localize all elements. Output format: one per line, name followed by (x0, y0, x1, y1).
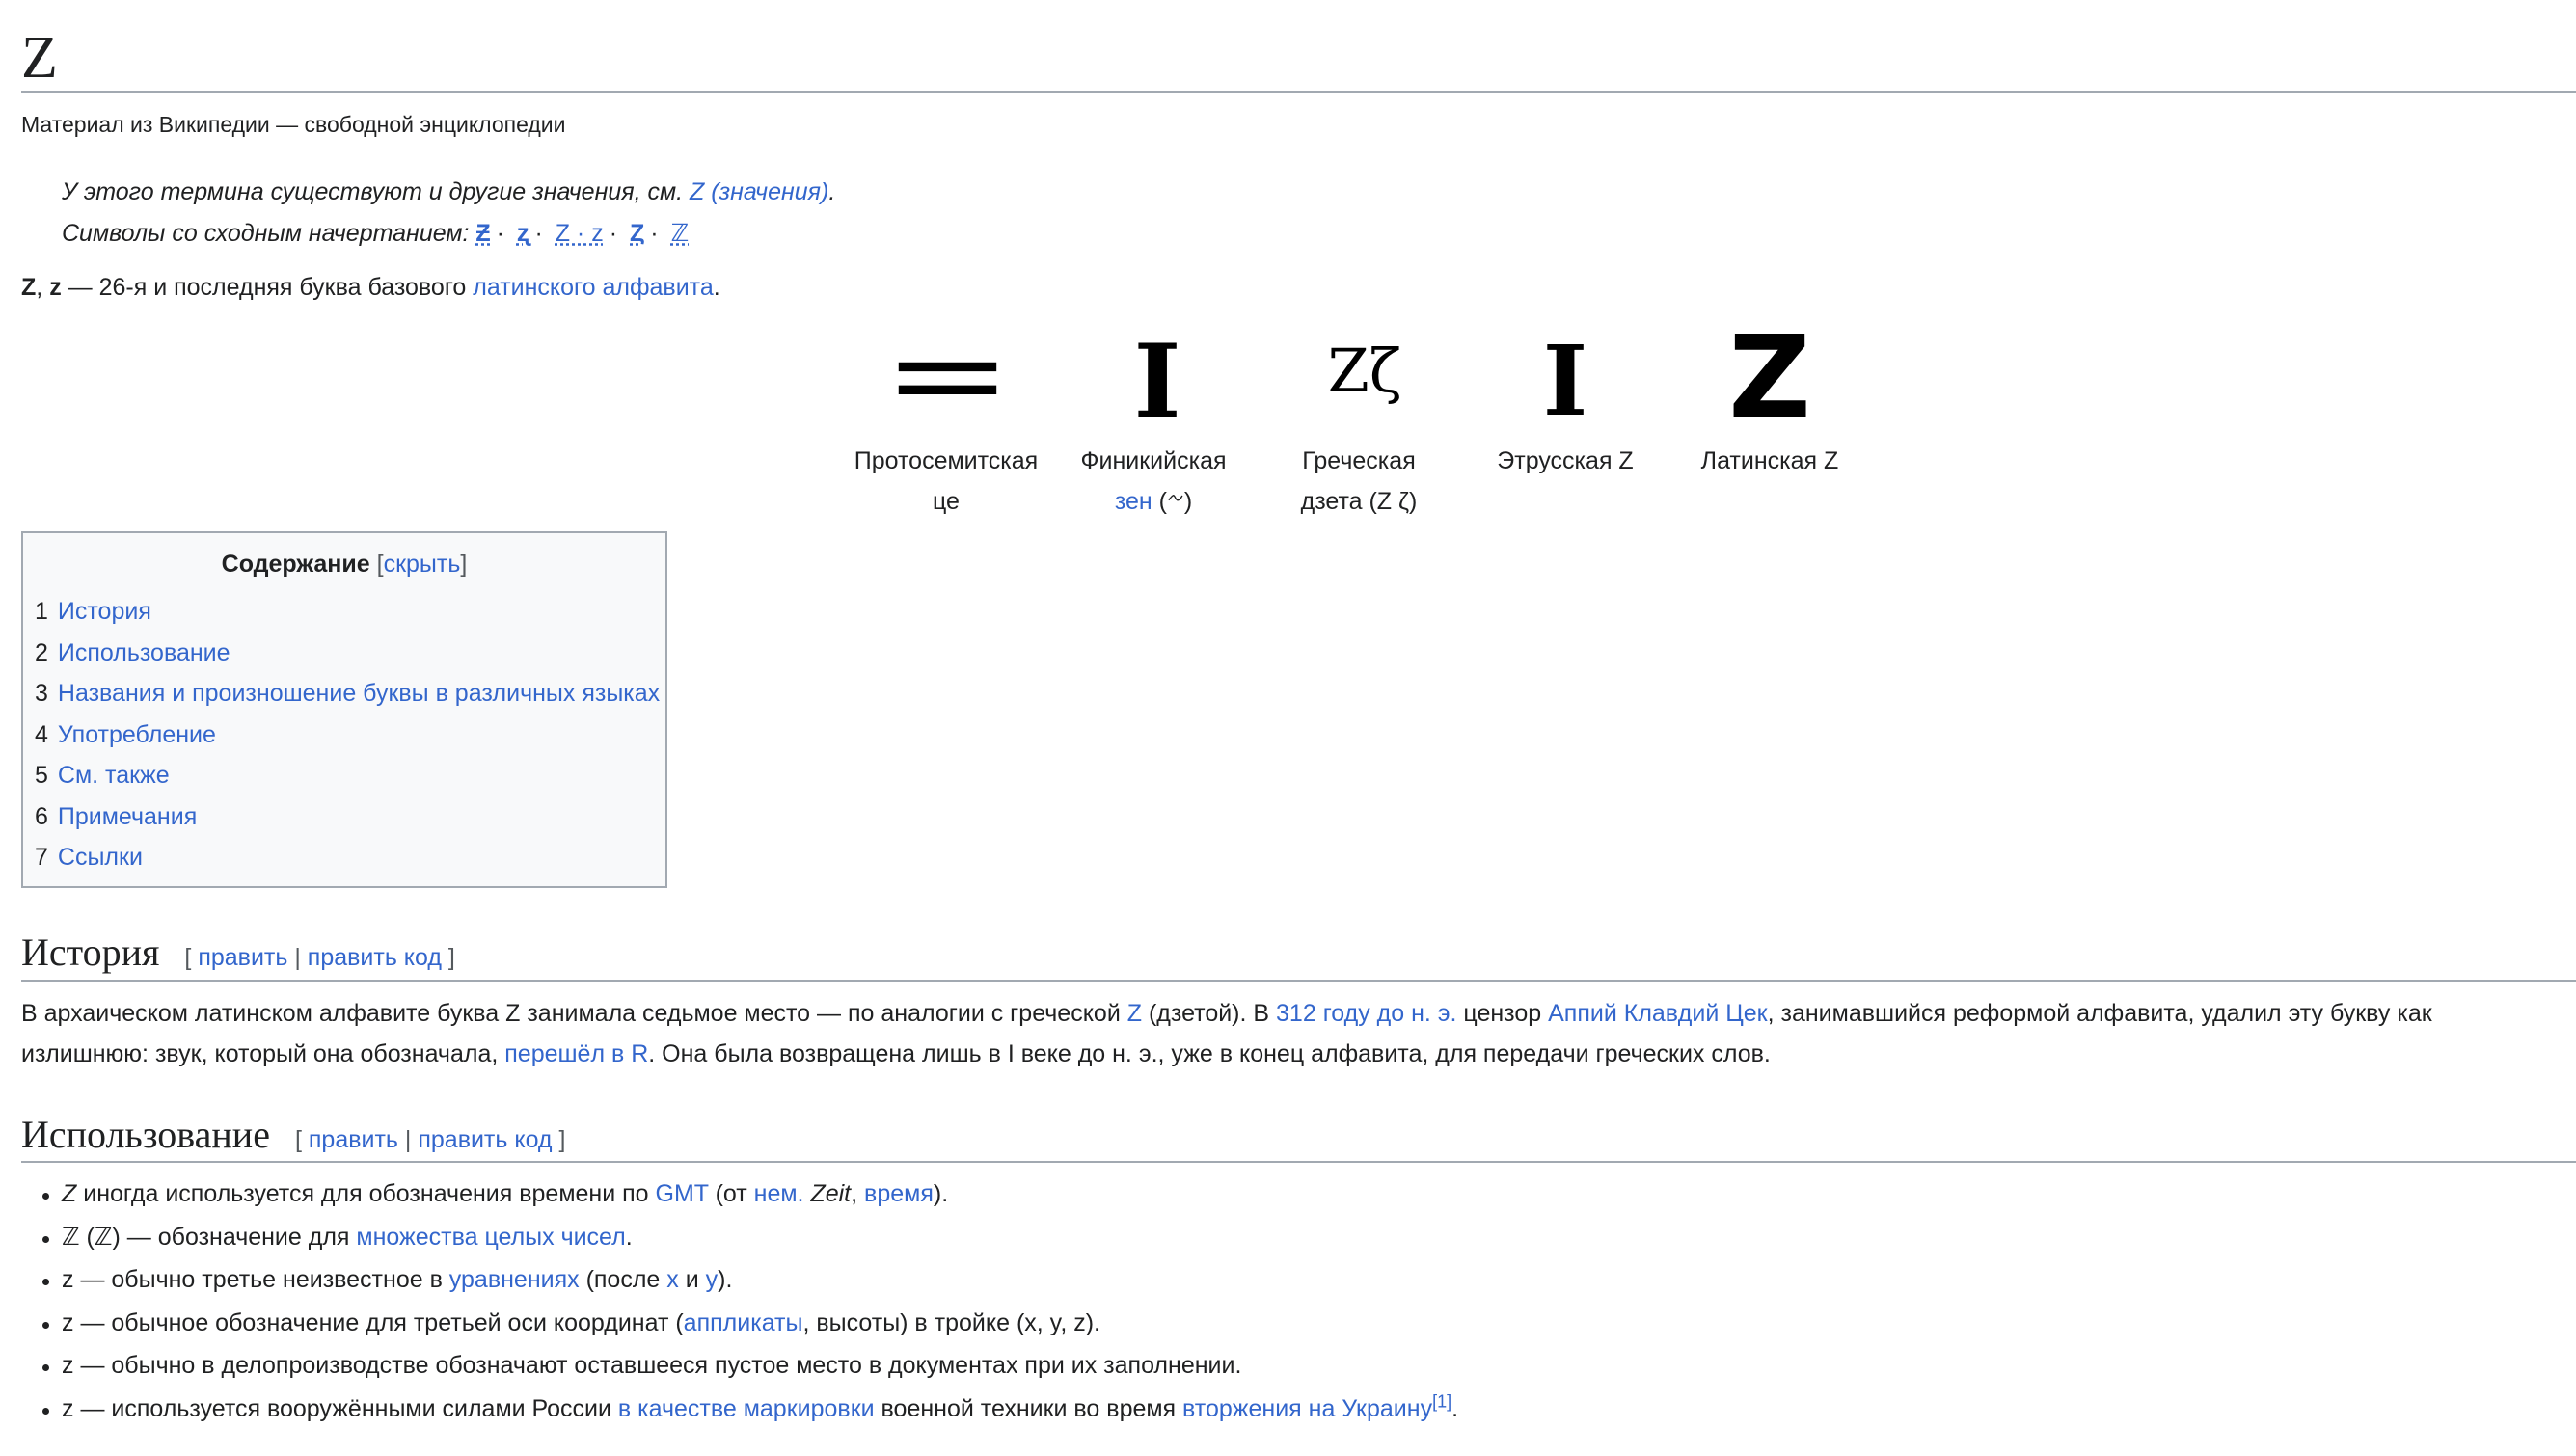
toc-hide-toggle[interactable]: скрыть (384, 551, 461, 578)
similar-symbol-link[interactable]: Ȥ (630, 220, 644, 247)
section-heading-history: История[ править | править код ] (21, 930, 455, 974)
zen-link[interactable]: зен (1115, 488, 1152, 515)
reference-1-link[interactable]: [1] (1432, 1392, 1451, 1412)
x-letter-link[interactable]: x (666, 1266, 679, 1293)
rhotacism-link[interactable]: перешёл в R (504, 1040, 648, 1067)
y-letter-link[interactable]: y (706, 1266, 719, 1293)
history-paragraph-line-1: В архаическом латинском алфавите буква Z… (21, 1000, 2432, 1027)
article-page: Z Материал из Википедии — свободной энци… (0, 0, 2576, 1456)
equations-link[interactable]: уравнениях (449, 1266, 580, 1293)
german-link[interactable]: нем. (754, 1180, 804, 1207)
section-heading-usage: Использование[ править | править код ] (21, 1113, 566, 1156)
toc-item-history[interactable]: 1 История (35, 591, 660, 633)
similar-symbol-link[interactable]: ℤ (671, 220, 690, 247)
history-paragraph-line-2: излишнюю: звук, который она обозначала, … (21, 1040, 1771, 1067)
intro-paragraph: Z, z — 26-я и последняя буква базового л… (21, 274, 720, 301)
usage-list: Z иногда используется для обозначения вр… (37, 1173, 1458, 1431)
appius-claudius-link[interactable]: Аппий Клавдий Цек (1548, 1000, 1767, 1027)
site-tagline: Материал из Википедии — свободной энцикл… (21, 112, 566, 137)
caption-greek: Греческая дзета (Ζ ζ) (1300, 447, 1418, 515)
latin-alphabet-link[interactable]: латинского алфавита (473, 274, 714, 301)
marking-link[interactable]: в качестве маркировки (618, 1395, 875, 1422)
latin-glyph: Z (1728, 310, 1811, 444)
hatnote-line-2: Символы со сходным начертанием: Ƶ · ʐ · Z … (62, 220, 690, 247)
caption-latin: Латинская Z (1700, 447, 1839, 474)
greek-glyph: Zζ (1327, 336, 1402, 406)
toc-item-see-also[interactable]: 5 См. также (35, 755, 660, 796)
list-item: ℤ (ℤ) — обозначение для множества целых … (37, 1216, 1458, 1259)
year-312-bc-link[interactable]: 312 году до н. э. (1276, 1000, 1456, 1027)
page-title: Z (21, 25, 58, 91)
toc-item-notes[interactable]: 6 Примечания (35, 796, 660, 838)
toc-item-usage[interactable]: 2 Использование (35, 633, 660, 674)
edit-source-link[interactable]: править код (308, 944, 442, 971)
history-divider (21, 980, 2576, 982)
list-item: z — обычное обозначение для третьей оси … (37, 1302, 1458, 1345)
applicate-link[interactable]: аппликаты (684, 1309, 803, 1336)
usage-divider (21, 1161, 2576, 1163)
caption-protosemitic: Протосемитская це (854, 447, 1039, 515)
table-of-contents: Содержание [скрыть] 1 История 2 Использова… (21, 531, 667, 888)
greek-zeta-link[interactable]: Ζ (1127, 1000, 1142, 1027)
toc-title: Содержание [скрыть] (221, 551, 468, 578)
phoenician-glyph: I (1133, 321, 1181, 441)
edit-source-link[interactable]: править код (418, 1126, 552, 1153)
section-edit-links: [ править | править код ] (294, 1126, 566, 1153)
integers-link[interactable]: множества целых чисел (356, 1224, 625, 1251)
edit-link[interactable]: править (198, 944, 287, 971)
gmt-link[interactable]: GMT (656, 1180, 709, 1207)
edit-link[interactable]: править (309, 1126, 398, 1153)
list-item: z — обычно третье неизвестное в уравнени… (37, 1258, 1458, 1302)
list-item: z — обычно в делопроизводстве обозначают… (37, 1344, 1458, 1388)
similar-symbol-link[interactable]: Ƶ (475, 220, 490, 247)
list-item: Z иногда используется для обозначения вр… (37, 1173, 1458, 1216)
similar-symbol-link[interactable]: Z · z (556, 220, 604, 247)
caption-etruscan: Этрусская Z (1497, 447, 1634, 474)
section-edit-links: [ править | править код ] (184, 944, 455, 971)
toc-item-application[interactable]: 4 Употребление (35, 715, 660, 756)
similar-symbol-link[interactable]: ʐ (517, 220, 529, 247)
title-divider (21, 91, 2576, 93)
toc-item-names[interactable]: 3 Названия и произношение буквы в различн… (35, 673, 660, 715)
time-link[interactable]: время (864, 1180, 934, 1207)
protosemitic-glyph: = (881, 309, 1014, 443)
toc-list: 1 История 2 Использование 3 Названия и прои… (35, 591, 660, 878)
invasion-link[interactable]: вторжения на Украину (1182, 1395, 1432, 1422)
etruscan-glyph: I (1542, 324, 1588, 438)
hatnote-line-1: У этого термина существуют и другие знач… (62, 178, 836, 205)
caption-phoenician: Финикийская зен (𐤆) (1080, 447, 1227, 515)
toc-item-links[interactable]: 7 Ссылки (35, 837, 660, 878)
list-item: z — используется вооружёнными силами Рос… (37, 1388, 1458, 1431)
disambiguation-link[interactable]: Z (значения) (690, 178, 828, 205)
